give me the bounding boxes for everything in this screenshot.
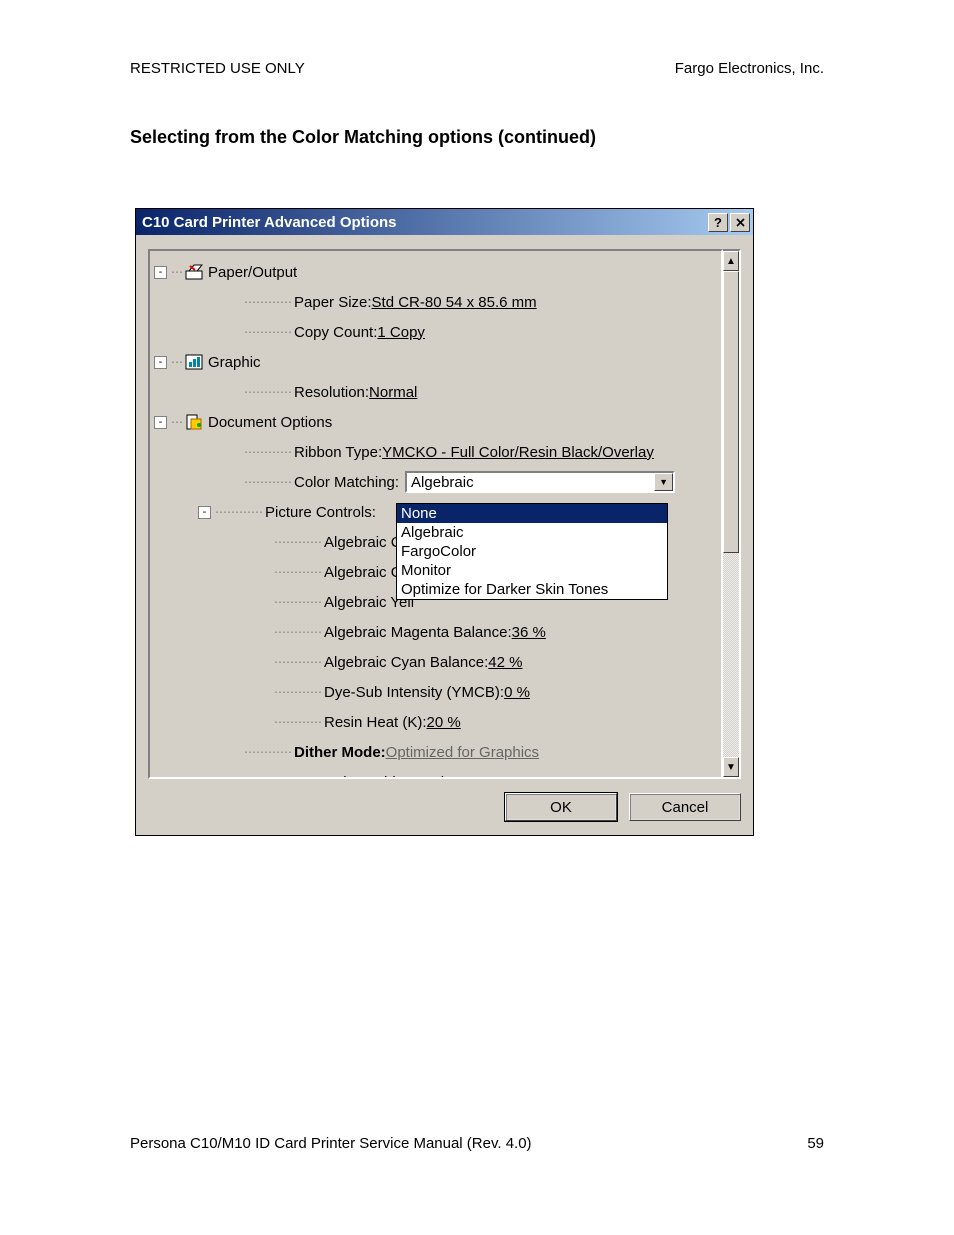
ok-button[interactable]: OK <box>505 793 617 821</box>
header-right: Fargo Electronics, Inc. <box>675 60 824 77</box>
options-tree[interactable]: - ⋯ Paper/Output ⋯⋯⋯⋯ Paper Size: Std CR… <box>148 249 723 779</box>
dropdown-option[interactable]: Monitor <box>397 561 667 580</box>
scroll-up-icon[interactable]: ▲ <box>723 251 739 271</box>
kpanel-label: K Panel Graphics Mode: <box>294 774 457 780</box>
scroll-down-icon[interactable]: ▼ <box>723 757 739 777</box>
dropdown-option[interactable]: FargoColor <box>397 542 667 561</box>
picture-controls-label: Picture Controls: <box>265 504 376 521</box>
algebraic-cyan-label: Algebraic Cyan Balance: <box>324 654 488 671</box>
resin-heat-value[interactable]: 20 % <box>427 714 461 731</box>
header-left: RESTRICTED USE ONLY <box>130 60 305 77</box>
color-matching-dropdown[interactable]: None Algebraic FargoColor Monitor Optimi… <box>396 503 668 600</box>
close-button[interactable] <box>730 213 750 232</box>
section-title: Selecting from the Color Matching option… <box>130 127 824 148</box>
dropdown-option[interactable]: None <box>397 504 667 523</box>
copy-count-value[interactable]: 1 Copy <box>377 324 425 341</box>
graphic-icon <box>185 354 205 370</box>
resolution-value[interactable]: Normal <box>369 384 417 401</box>
ribbon-type-label: Ribbon Type: <box>294 444 382 461</box>
vertical-scrollbar[interactable]: ▲ ▼ <box>723 249 741 779</box>
dropdown-arrow-icon[interactable]: ▼ <box>654 473 673 491</box>
kpanel-value[interactable]: No <box>457 774 476 780</box>
dye-sub-label: Dye-Sub Intensity (YMCB): <box>324 684 504 701</box>
scroll-track[interactable] <box>723 271 739 757</box>
footer-left: Persona C10/M10 ID Card Printer Service … <box>130 1135 532 1152</box>
paper-output-label: Paper/Output <box>208 264 297 281</box>
dither-mode-label: Dither Mode: <box>294 744 386 761</box>
scroll-thumb[interactable] <box>723 271 739 553</box>
advanced-options-dialog: C10 Card Printer Advanced Options ? - ⋯ … <box>135 208 754 836</box>
color-matching-value: Algebraic <box>407 473 654 491</box>
collapse-toggle[interactable]: - <box>154 416 167 429</box>
help-button[interactable]: ? <box>708 213 728 232</box>
document-options-label: Document Options <box>208 414 332 431</box>
paper-size-value[interactable]: Std CR-80 54 x 85.6 mm <box>372 294 537 311</box>
resin-heat-label: Resin Heat (K): <box>324 714 427 731</box>
color-matching-label: Color Matching: <box>294 474 399 491</box>
resolution-label: Resolution: <box>294 384 369 401</box>
paper-size-label: Paper Size: <box>294 294 372 311</box>
dropdown-option[interactable]: Optimize for Darker Skin Tones <box>397 580 667 599</box>
collapse-toggle[interactable]: - <box>154 356 167 369</box>
graphic-label: Graphic <box>208 354 261 371</box>
collapse-toggle[interactable]: - <box>154 266 167 279</box>
algebraic-magenta-value[interactable]: 36 % <box>512 624 546 641</box>
algebraic-magenta-label: Algebraic Magenta Balance: <box>324 624 512 641</box>
dither-mode-value[interactable]: Optimized for Graphics <box>386 744 539 761</box>
algebraic-cyan-value[interactable]: 42 % <box>488 654 522 671</box>
copy-count-label: Copy Count: <box>294 324 377 341</box>
color-matching-combo[interactable]: Algebraic ▼ <box>405 471 675 493</box>
ribbon-type-value[interactable]: YMCKO - Full Color/Resin Black/Overlay <box>382 444 654 461</box>
dye-sub-value[interactable]: 0 % <box>504 684 530 701</box>
dialog-title: C10 Card Printer Advanced Options <box>142 214 397 231</box>
page-number: 59 <box>807 1135 824 1152</box>
titlebar: C10 Card Printer Advanced Options ? <box>136 209 753 235</box>
close-icon <box>736 218 745 227</box>
cancel-button[interactable]: Cancel <box>629 793 741 821</box>
document-options-icon <box>185 414 205 430</box>
dropdown-option[interactable]: Algebraic <box>397 523 667 542</box>
collapse-toggle[interactable]: - <box>198 506 211 519</box>
paper-output-icon <box>185 264 205 280</box>
